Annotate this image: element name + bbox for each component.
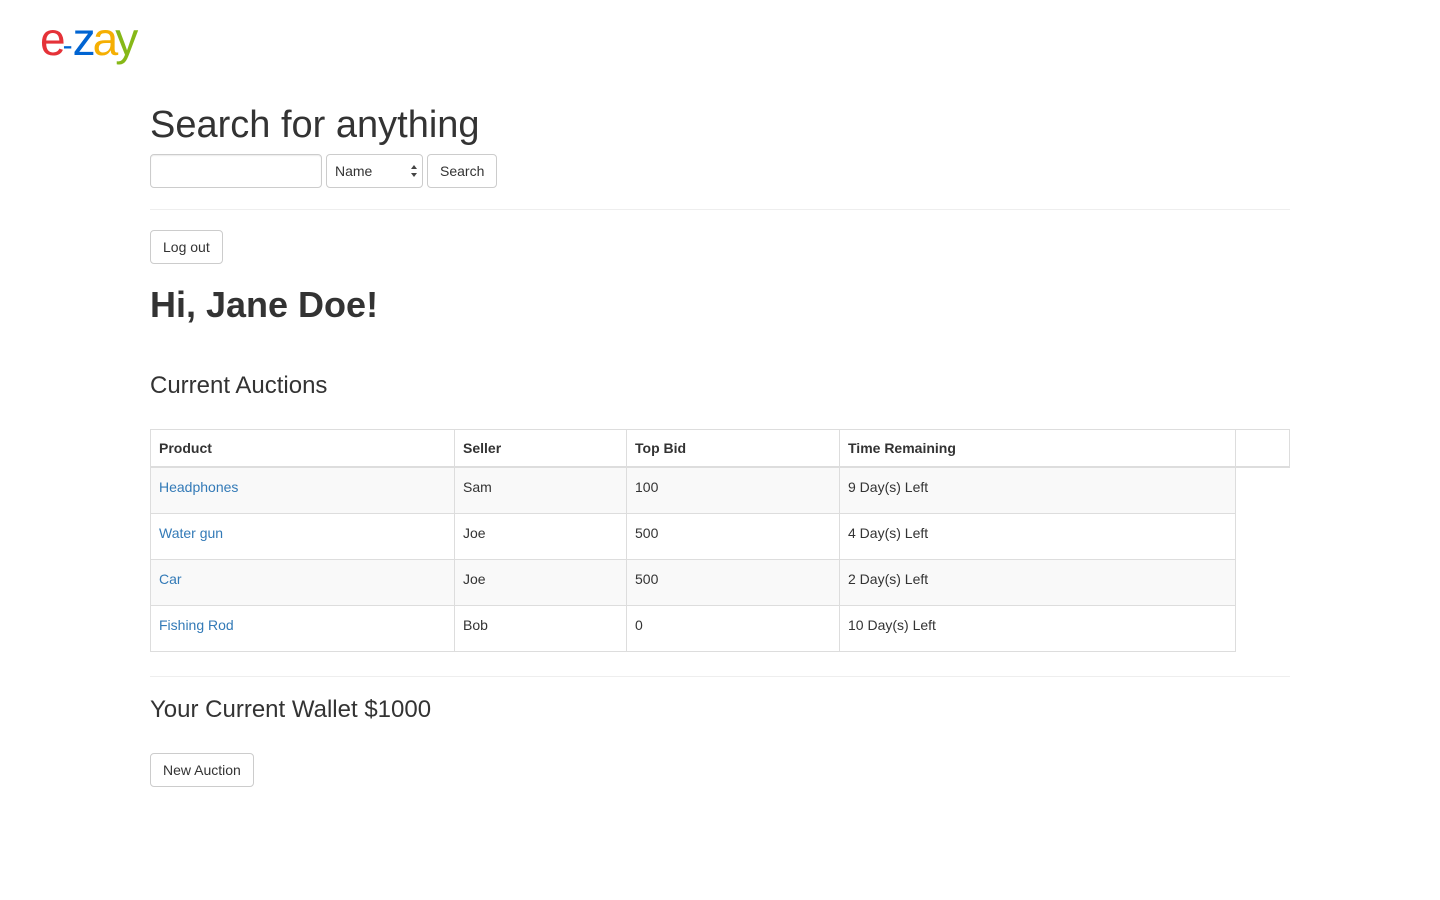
empty-cell — [1235, 605, 1290, 651]
seller-cell: Sam — [454, 466, 627, 514]
product-cell: Water gun — [150, 512, 455, 560]
column-header-actions — [1235, 429, 1290, 468]
empty-cell — [1235, 559, 1290, 605]
search-button[interactable]: Search — [427, 154, 498, 188]
time-remaining-cell: 10 Day(s) Left — [839, 604, 1236, 652]
divider — [150, 676, 1290, 677]
search-title: Search for anything — [150, 104, 480, 146]
logo-letter: a — [92, 13, 119, 65]
greeting-heading: Hi, Jane Doe! — [150, 284, 379, 325]
table-row: Water gun Joe 500 4 Day(s) Left — [150, 512, 1290, 560]
top-bid-cell: 100 — [626, 466, 840, 514]
empty-cell — [1235, 467, 1290, 513]
auctions-table: Product Seller Top Bid Time Remaining He… — [150, 429, 1290, 652]
product-link[interactable]: Fishing Rod — [159, 617, 234, 633]
table-row: Headphones Sam 100 9 Day(s) Left — [150, 466, 1290, 514]
select-arrows-icon — [411, 165, 417, 177]
product-cell: Car — [150, 558, 455, 606]
product-cell: Headphones — [150, 466, 455, 514]
seller-cell: Bob — [454, 604, 627, 652]
divider — [150, 209, 1290, 210]
logo-letter: y — [115, 13, 138, 65]
table-header-row: Product Seller Top Bid Time Remaining — [150, 429, 1290, 468]
time-remaining-cell: 9 Day(s) Left — [839, 466, 1236, 514]
search-form: Name Search — [150, 154, 498, 188]
time-remaining-cell: 2 Day(s) Left — [839, 558, 1236, 606]
top-bid-cell: 0 — [626, 604, 840, 652]
search-field-select-value: Name — [335, 163, 373, 179]
table-row: Car Joe 500 2 Day(s) Left — [150, 558, 1290, 606]
logo-letter: - — [62, 29, 73, 62]
column-header-top-bid: Top Bid — [626, 429, 840, 468]
product-link[interactable]: Car — [159, 571, 182, 587]
search-field-select[interactable]: Name — [326, 154, 423, 188]
column-header-product: Product — [150, 429, 455, 468]
top-bid-cell: 500 — [626, 512, 840, 560]
wallet-heading: Your Current Wallet $1000 — [150, 696, 432, 723]
product-cell: Fishing Rod — [150, 604, 455, 652]
search-input[interactable] — [150, 154, 322, 188]
product-link[interactable]: Water gun — [159, 525, 223, 541]
seller-cell: Joe — [454, 558, 627, 606]
seller-cell: Joe — [454, 512, 627, 560]
logo-letter: e — [40, 13, 66, 65]
auctions-table-wrapper: Product Seller Top Bid Time Remaining He… — [150, 429, 1290, 652]
current-auctions-title: Current Auctions — [150, 372, 328, 399]
logo-letter: z — [72, 13, 96, 65]
product-link[interactable]: Headphones — [159, 479, 238, 495]
new-auction-button[interactable]: New Auction — [150, 753, 254, 787]
ezay-logo[interactable]: e-zay — [40, 13, 138, 65]
column-header-seller: Seller — [454, 429, 627, 468]
time-remaining-cell: 4 Day(s) Left — [839, 512, 1236, 560]
empty-cell — [1235, 513, 1290, 559]
logout-button[interactable]: Log out — [150, 230, 223, 264]
table-row: Fishing Rod Bob 0 10 Day(s) Left — [150, 604, 1290, 652]
column-header-time-remaining: Time Remaining — [839, 429, 1236, 468]
top-bid-cell: 500 — [626, 558, 840, 606]
